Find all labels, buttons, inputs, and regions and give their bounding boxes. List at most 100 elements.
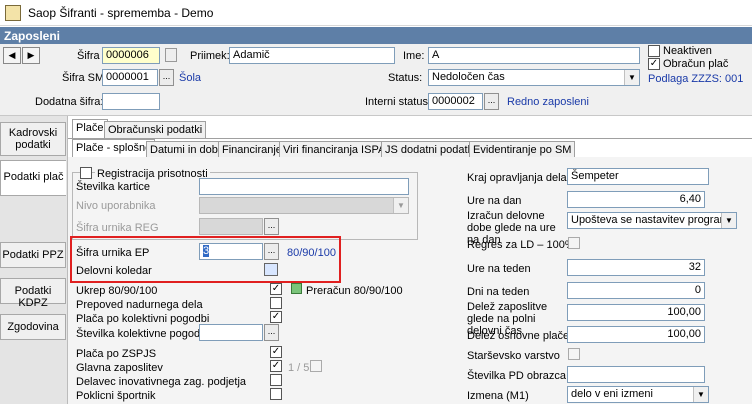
ime-label: Ime: (403, 50, 425, 62)
stevilka-kartice-label: Številka kartice (76, 181, 150, 193)
delez-osn-label: Delež osnovne plače (467, 330, 570, 342)
interni-lookup-button[interactable]: ... (484, 93, 499, 110)
dni-teden-label: Dni na teden (467, 286, 530, 298)
ure-teden-label: Ure na teden (467, 263, 531, 275)
prepoved-checkbox[interactable] (270, 297, 282, 309)
dodatna-label: Dodatna šifra: (35, 96, 104, 108)
dni-teden-field[interactable]: 0 (567, 282, 705, 299)
ukrep-label: Ukrep 80/90/100 (76, 285, 158, 297)
interni-label: Interni statusi: (365, 96, 434, 108)
interni-field[interactable]: 0000002 (428, 93, 483, 110)
chevron-down-icon[interactable]: ▼ (721, 213, 736, 228)
glavna-label: Glavna zaposlitev (76, 362, 163, 374)
podlaga-link[interactable]: Podlaga ZZZS: 001 (648, 73, 743, 85)
preracun-label[interactable]: Preračun 80/90/100 (306, 285, 403, 297)
chevron-down-icon[interactable]: ▼ (693, 387, 708, 402)
calculator-icon[interactable] (291, 283, 302, 294)
copy-icon[interactable] (165, 48, 177, 62)
starsevsko-label: Starševsko varstvo (467, 350, 560, 362)
sifra-ep-lookup-button[interactable]: ... (264, 243, 279, 260)
status-value: Nedoločen čas (432, 71, 505, 83)
sifra-sm-link[interactable]: Šola (179, 72, 201, 84)
chevron-down-icon[interactable]: ▼ (624, 70, 639, 85)
sidebar-item-zgodovina[interactable]: Zgodovina (0, 314, 66, 340)
kraj-field[interactable]: Šempeter (567, 168, 709, 185)
stevilka-kp-label: Številka kolektivne pogodbe (76, 328, 213, 340)
next-record-button[interactable]: ▶ (22, 47, 40, 64)
delavec-label: Delavec inovativnega zag. podjetja (76, 376, 247, 388)
sifra-field[interactable]: 0000006 (102, 47, 160, 64)
calendar-icon[interactable] (264, 263, 278, 276)
prepoved-label: Prepoved nadurnega dela (76, 299, 203, 311)
obracun-label: Obračun plač (663, 58, 729, 70)
ure-dan-field[interactable]: 6,40 (567, 191, 705, 208)
registracija-label: Registracija prisotnosti (95, 168, 210, 180)
starsevsko-checkbox[interactable] (568, 348, 580, 360)
status-label: Status: (388, 72, 423, 84)
placa-zspjs-checkbox[interactable]: ✓ (270, 346, 282, 358)
sidebar-item-kdpz[interactable]: Podatki KDPZ (0, 278, 66, 309)
poklicni-label: Poklicni športnik (76, 390, 156, 402)
dodatna-field[interactable] (102, 93, 160, 110)
sifra-reg-label: Šifra urnika REG (76, 222, 159, 234)
sifra-ep-value: 3 (203, 245, 210, 257)
neaktiven-checkbox[interactable] (648, 45, 660, 57)
placa-kp-label: Plača po kolektivni pogodbi (76, 313, 210, 325)
sidebar-item-place[interactable]: Podatki plač (0, 160, 66, 196)
neaktiven-label: Neaktiven (663, 45, 712, 57)
kraj-label: Kraj opravljanja dela (467, 172, 567, 184)
izmena-label: Izmena (M1) (467, 390, 529, 402)
stevilka-kp-lookup-button[interactable]: ... (264, 324, 279, 341)
sifra-ep-field[interactable]: 3 (199, 243, 263, 260)
izmena-value: delo v eni izmeni (571, 388, 653, 400)
stevilka-kartice-field[interactable] (199, 178, 409, 195)
tab-obracunski[interactable]: Obračunski podatki (104, 121, 207, 139)
glavna-ratio: 1 / 5 (288, 362, 310, 374)
delavec-checkbox[interactable] (270, 374, 282, 386)
interni-link[interactable]: Redno zaposleni (507, 96, 589, 108)
regres-checkbox[interactable] (568, 237, 580, 249)
sifra-reg-field[interactable] (199, 218, 263, 235)
prev-record-button[interactable]: ◀ (3, 47, 21, 64)
sifra-sm-lookup-button[interactable]: ... (159, 69, 174, 86)
section-title: Zaposleni (0, 27, 752, 44)
sifra-ep-link[interactable]: 80/90/100 (287, 247, 336, 259)
obracun-checkbox[interactable]: ✓ (648, 58, 660, 70)
poklicni-checkbox[interactable] (270, 388, 282, 400)
regres-label: Regres za LD – 100% (467, 239, 575, 251)
chevron-down-icon[interactable]: ▼ (393, 198, 408, 213)
ure-teden-field[interactable]: 32 (567, 259, 705, 276)
placa-zspjs-label: Plača po ZSPJS (76, 348, 157, 360)
registracija-checkbox[interactable] (80, 167, 92, 179)
tab-place[interactable]: Plače (72, 119, 108, 139)
delovni-koledar-label: Delovni koledar (76, 265, 152, 277)
izmena-select[interactable]: delo v eni izmeni (567, 386, 709, 403)
sifra-ep-label: Šifra urnika EP (76, 247, 150, 259)
ure-dan-label: Ure na dan (467, 195, 522, 207)
stevilka-pd-label: Številka PD obrazca (467, 370, 567, 382)
stevilka-pd-field[interactable] (567, 366, 705, 383)
nivo-select[interactable] (199, 197, 409, 214)
delez-osn-field[interactable]: 100,00 (567, 326, 705, 343)
izracun-select[interactable]: Upošteva se nastavitev programa (567, 212, 737, 229)
glavna-extra-checkbox[interactable] (310, 360, 322, 372)
tab-place-splosno[interactable]: Plače - splošno (72, 139, 156, 159)
delez-zap-field[interactable]: 100,00 (567, 304, 705, 321)
priimek-field[interactable]: Adamič (229, 47, 395, 64)
sifra-reg-lookup-button[interactable]: ... (264, 218, 279, 235)
nivo-label: Nivo uporabnika (76, 200, 156, 212)
glavna-checkbox[interactable]: ✓ (270, 360, 282, 372)
sifra-sm-field[interactable]: 0000001 (102, 69, 158, 86)
ukrep-checkbox[interactable]: ✓ (270, 283, 282, 295)
sifra-sm-label: Šifra SM (62, 72, 105, 84)
sidebar-item-kadrovski[interactable]: Kadrovski podatki (0, 122, 66, 156)
tab-divider (68, 138, 752, 139)
app-icon (5, 5, 21, 21)
window-title: Saop Šifranti - sprememba - Demo (28, 6, 214, 20)
ime-field[interactable]: A (428, 47, 640, 64)
sidebar-item-ppz[interactable]: Podatki PPZ (0, 242, 66, 268)
placa-kp-checkbox[interactable]: ✓ (270, 311, 282, 323)
stevilka-kp-field[interactable] (199, 324, 263, 341)
status-select[interactable]: Nedoločen čas (428, 69, 640, 86)
sifra-label: Šifra (77, 50, 100, 62)
